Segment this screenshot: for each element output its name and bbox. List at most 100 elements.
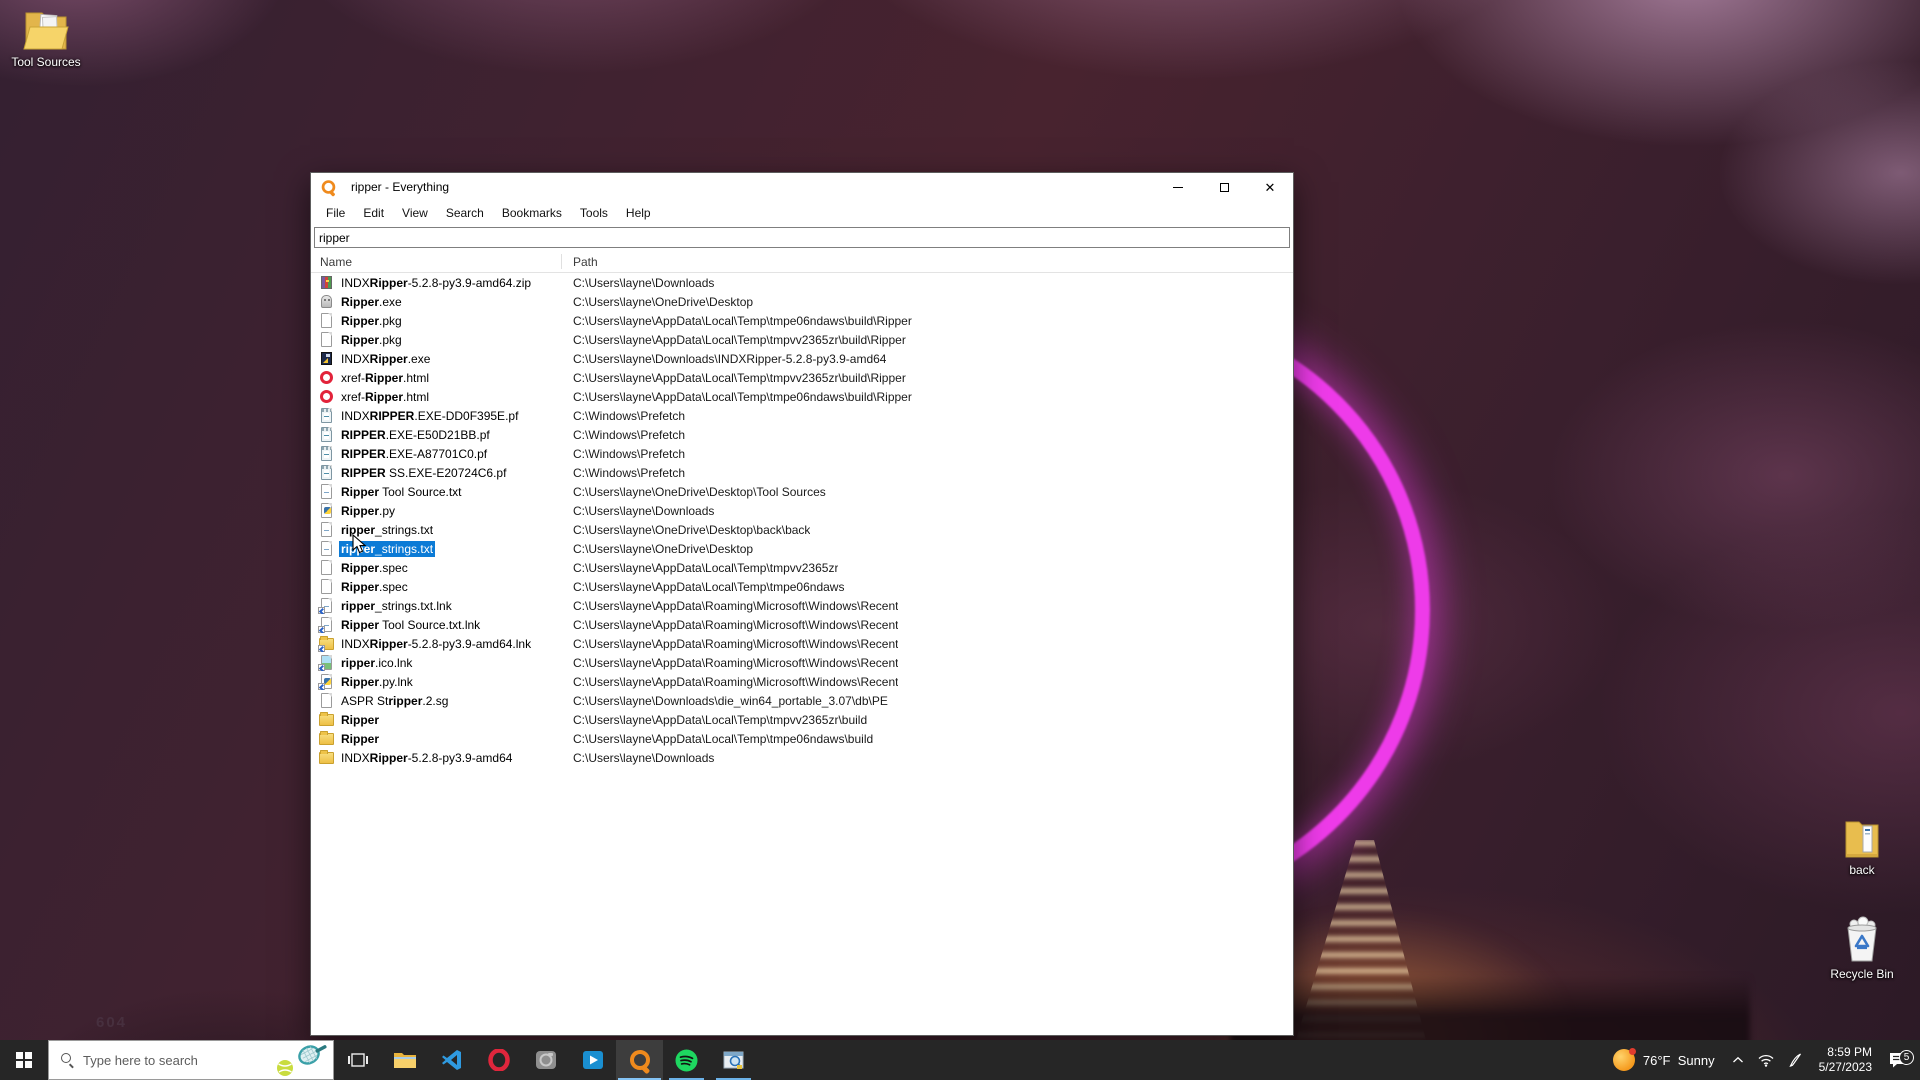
- table-row[interactable]: RipperC:\Users\layne\AppData\Local\Temp\…: [311, 729, 1293, 748]
- table-row[interactable]: RipperC:\Users\layne\AppData\Local\Temp\…: [311, 710, 1293, 729]
- taskbar-app-movies-tv[interactable]: [569, 1040, 616, 1080]
- taskbar-app-opera[interactable]: [475, 1040, 522, 1080]
- menu-file[interactable]: File: [317, 203, 354, 223]
- window-title: ripper - Everything: [351, 180, 449, 194]
- title-bar[interactable]: ripper - Everything ✕: [311, 173, 1293, 201]
- file-path: C:\Windows\Prefetch: [561, 466, 685, 480]
- table-row[interactable]: ripper_strings.txtC:\Users\layne\OneDriv…: [311, 520, 1293, 539]
- column-header-path[interactable]: Path: [561, 255, 598, 269]
- opera-icon: [488, 1049, 510, 1071]
- search-placeholder: Type here to search: [83, 1053, 198, 1068]
- file-name-cell: INDXRipper.exe: [311, 351, 561, 367]
- file-name-cell: INDXRipper-5.2.8-py3.9-amd64.lnk: [311, 636, 561, 652]
- file-name-cell: Ripper.pkg: [311, 332, 561, 348]
- taskbar-app-grey-app[interactable]: [522, 1040, 569, 1080]
- taskbar-weather[interactable]: 76°F Sunny: [1603, 1049, 1725, 1071]
- table-row[interactable]: xref-Ripper.htmlC:\Users\layne\AppData\L…: [311, 368, 1293, 387]
- table-row[interactable]: Ripper.specC:\Users\layne\AppData\Local\…: [311, 558, 1293, 577]
- table-row[interactable]: Ripper.py.lnkC:\Users\layne\AppData\Roam…: [311, 672, 1293, 691]
- column-separator[interactable]: [561, 254, 562, 269]
- file-name-cell: INDXRipper-5.2.8-py3.9-amd64.zip: [311, 275, 561, 291]
- taskbar-app-spotify[interactable]: [663, 1040, 710, 1080]
- desktop-icon-recycle-bin[interactable]: Recycle Bin: [1816, 916, 1908, 981]
- pen-status[interactable]: [1781, 1053, 1809, 1067]
- column-header-name[interactable]: Name: [311, 255, 561, 269]
- menu-edit[interactable]: Edit: [354, 203, 393, 223]
- wifi-status[interactable]: [1751, 1054, 1781, 1067]
- table-row[interactable]: xref-Ripper.htmlC:\Users\layne\AppData\L…: [311, 387, 1293, 406]
- desktop-icon-tool-sources[interactable]: Tool Sources: [0, 8, 92, 69]
- menu-help[interactable]: Help: [617, 203, 660, 223]
- start-button[interactable]: [0, 1040, 48, 1080]
- file-path: C:\Windows\Prefetch: [561, 409, 685, 423]
- file-icon-txt-lnk: [319, 598, 334, 613]
- file-name-cell: ASPR Stripper.2.sg: [311, 693, 561, 709]
- desktop-icon-back[interactable]: back: [1816, 818, 1908, 877]
- taskbar-search-box[interactable]: Type here to search: [48, 1040, 334, 1080]
- windows-logo-icon: [16, 1052, 32, 1068]
- taskbar-app-file-explorer[interactable]: [381, 1040, 428, 1080]
- minimize-button[interactable]: [1155, 173, 1201, 201]
- taskbar-clock[interactable]: 8:59 PM 5/27/2023: [1809, 1045, 1882, 1075]
- table-row[interactable]: RIPPER SS.EXE-E20724C6.pfC:\Windows\Pref…: [311, 463, 1293, 482]
- file-name-cell: ripper_strings.txt: [311, 522, 561, 538]
- table-row[interactable]: Ripper.pkgC:\Users\layne\AppData\Local\T…: [311, 330, 1293, 349]
- table-row[interactable]: ripper_strings.txt.lnkC:\Users\layne\App…: [311, 596, 1293, 615]
- taskbar-app-vscode[interactable]: [428, 1040, 475, 1080]
- bing-daily-image-tennis[interactable]: [271, 1043, 329, 1079]
- file-path: C:\Windows\Prefetch: [561, 447, 685, 461]
- file-name: Ripper.spec: [339, 579, 410, 595]
- taskbar-app-task-view[interactable]: [334, 1040, 381, 1080]
- menu-view[interactable]: View: [393, 203, 437, 223]
- weather-condition: Sunny: [1678, 1053, 1715, 1068]
- table-row[interactable]: Ripper Tool Source.txt.lnkC:\Users\layne…: [311, 615, 1293, 634]
- file-name: xref-Ripper.html: [339, 389, 431, 405]
- file-icon-exe2: [319, 351, 334, 366]
- maximize-button[interactable]: [1201, 173, 1247, 201]
- table-row[interactable]: RIPPER.EXE-A87701C0.pfC:\Windows\Prefetc…: [311, 444, 1293, 463]
- table-row[interactable]: INDXRipper-5.2.8-py3.9-amd64.zipC:\Users…: [311, 273, 1293, 292]
- table-row[interactable]: ASPR Stripper.2.sgC:\Users\layne\Downloa…: [311, 691, 1293, 710]
- everything-icon: [629, 1049, 651, 1071]
- table-row[interactable]: INDXRIPPER.EXE-DD0F395E.pfC:\Windows\Pre…: [311, 406, 1293, 425]
- menu-search[interactable]: Search: [437, 203, 493, 223]
- file-name-cell: xref-Ripper.html: [311, 389, 561, 405]
- file-icon-py: [319, 503, 334, 518]
- file-name-cell: INDXRipper-5.2.8-py3.9-amd64: [311, 750, 561, 766]
- file-name-cell: xref-Ripper.html: [311, 370, 561, 386]
- file-path: C:\Users\layne\AppData\Roaming\Microsoft…: [561, 599, 898, 613]
- file-icon-doc: [319, 560, 334, 575]
- taskbar-app-everything[interactable]: [616, 1040, 663, 1080]
- folder-icon: [1840, 818, 1884, 860]
- weather-temp: 76°F: [1643, 1053, 1671, 1068]
- table-row[interactable]: Ripper.specC:\Users\layne\AppData\Local\…: [311, 577, 1293, 596]
- file-name-cell: Ripper Tool Source.txt: [311, 484, 561, 500]
- file-path: C:\Windows\Prefetch: [561, 428, 685, 442]
- tray-expand-button[interactable]: [1725, 1056, 1751, 1064]
- file-path: C:\Users\layne\AppData\Local\Temp\tmpvv2…: [561, 713, 867, 727]
- table-row[interactable]: RIPPER.EXE-E50D21BB.pfC:\Windows\Prefetc…: [311, 425, 1293, 444]
- maximize-icon: [1220, 183, 1229, 192]
- table-row[interactable]: INDXRipper-5.2.8-py3.9-amd64.lnkC:\Users…: [311, 634, 1293, 653]
- table-row[interactable]: ripper.ico.lnkC:\Users\layne\AppData\Roa…: [311, 653, 1293, 672]
- column-header: Name Path: [311, 251, 1293, 273]
- file-path: C:\Users\layne\Downloads: [561, 751, 714, 765]
- search-input[interactable]: [314, 227, 1290, 248]
- table-row[interactable]: INDXRipper.exeC:\Users\layne\Downloads\I…: [311, 349, 1293, 368]
- file-name-cell: RIPPER SS.EXE-E20724C6.pf: [311, 465, 561, 481]
- table-row[interactable]: Ripper Tool Source.txtC:\Users\layne\One…: [311, 482, 1293, 501]
- file-name-cell: Ripper.pkg: [311, 313, 561, 329]
- file-path: C:\Users\layne\AppData\Roaming\Microsoft…: [561, 675, 898, 689]
- file-path: C:\Users\layne\Downloads\INDXRipper-5.2.…: [561, 352, 886, 366]
- action-center-button[interactable]: 5: [1882, 1051, 1920, 1069]
- table-row[interactable]: INDXRipper-5.2.8-py3.9-amd64C:\Users\lay…: [311, 748, 1293, 767]
- menu-tools[interactable]: Tools: [571, 203, 617, 223]
- taskbar-app-window-search[interactable]: [710, 1040, 757, 1080]
- menu-bookmarks[interactable]: Bookmarks: [493, 203, 571, 223]
- table-row[interactable]: Ripper.pkgC:\Users\layne\AppData\Local\T…: [311, 311, 1293, 330]
- table-row[interactable]: Ripper.exeC:\Users\layne\OneDrive\Deskto…: [311, 292, 1293, 311]
- table-row[interactable]: ripper_strings.txtC:\Users\layne\OneDriv…: [311, 539, 1293, 558]
- file-path: C:\Users\layne\OneDrive\Desktop\Tool Sou…: [561, 485, 826, 499]
- close-button[interactable]: ✕: [1247, 173, 1293, 201]
- table-row[interactable]: Ripper.pyC:\Users\layne\Downloads: [311, 501, 1293, 520]
